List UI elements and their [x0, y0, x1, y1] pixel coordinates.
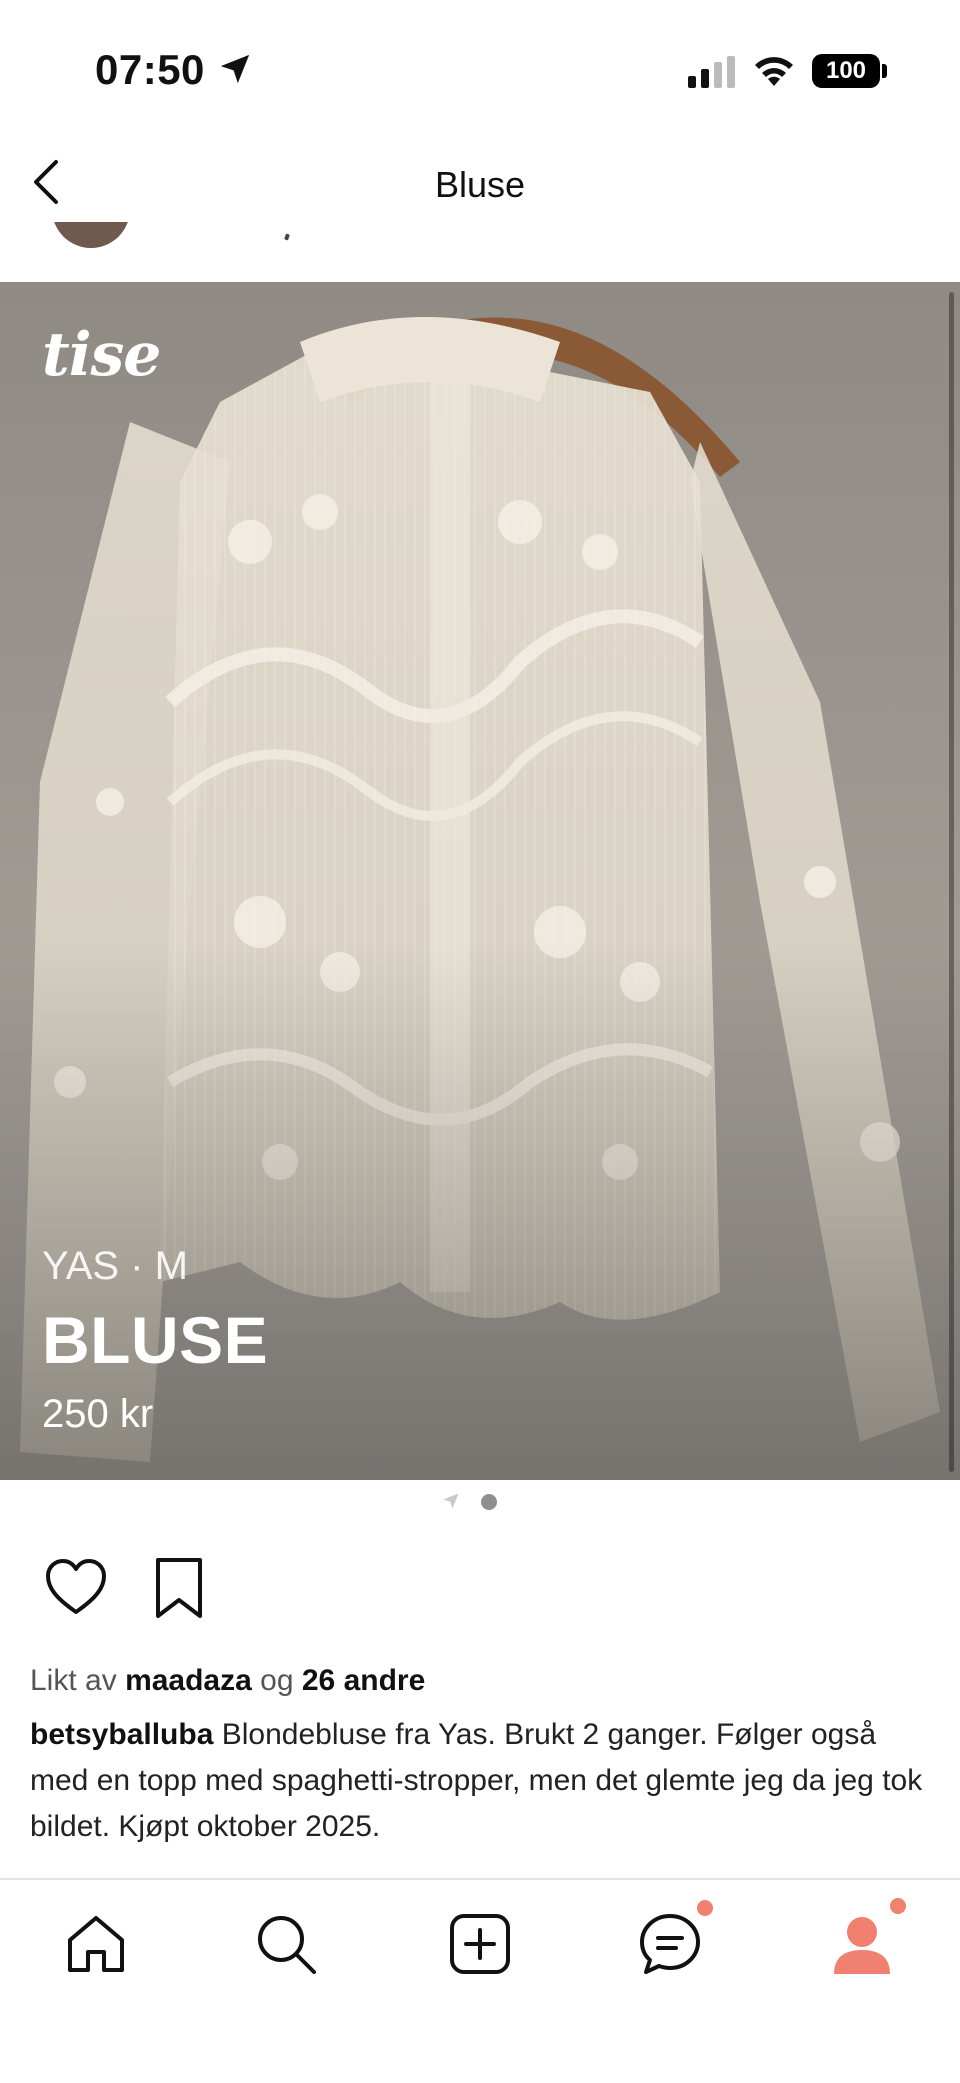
messages-badge — [697, 1900, 713, 1916]
battery-icon: 100 — [812, 54, 880, 88]
likes-line: Likt av maadaza og 26 andre — [30, 1658, 930, 1704]
wifi-icon — [755, 57, 793, 86]
item-price: 250 kr — [42, 1392, 154, 1436]
likes-others[interactable]: 26 andre — [302, 1664, 425, 1697]
listing-photo[interactable]: tise YAS · M BLUSE 250 kr — [0, 282, 960, 1480]
avatar[interactable] — [52, 222, 130, 250]
liker-username[interactable]: maadaza — [125, 1664, 252, 1697]
status-bar: 07:50 100 — [0, 0, 960, 140]
photo-scroll-indicator — [949, 292, 954, 1472]
item-title: BLUSE — [42, 1303, 269, 1377]
tise-logo: tise — [42, 320, 161, 390]
username-peek — [284, 233, 290, 241]
signal-icon — [688, 56, 735, 88]
status-time: 07:50 — [95, 46, 205, 93]
messages-icon[interactable] — [634, 1908, 706, 1980]
heart-icon[interactable] — [44, 1558, 108, 1616]
blouse-image — [0, 282, 960, 1480]
caption: betsyballuba Blondebluse fra Yas. Brukt … — [30, 1712, 930, 1850]
image-pager[interactable] — [0, 1492, 960, 1512]
home-icon[interactable] — [60, 1908, 132, 1980]
add-icon[interactable] — [444, 1908, 516, 1980]
search-icon[interactable] — [250, 1908, 322, 1980]
battery-nub — [882, 64, 887, 78]
seller-username[interactable]: betsyballuba — [30, 1718, 213, 1751]
bookmark-icon[interactable] — [152, 1556, 206, 1620]
location-arrow-icon — [443, 1493, 459, 1509]
location-arrow-icon — [220, 54, 250, 84]
tab-bar — [0, 1878, 960, 2083]
likes-prefix: Likt av — [30, 1664, 117, 1697]
likes-conj: og — [260, 1664, 294, 1697]
profile-badge — [890, 1898, 906, 1914]
page-title: Bluse — [434, 164, 526, 205]
pager-dot-active[interactable] — [481, 1494, 497, 1510]
profile-icon[interactable] — [826, 1908, 898, 1980]
brand-size: YAS · M — [42, 1244, 188, 1288]
